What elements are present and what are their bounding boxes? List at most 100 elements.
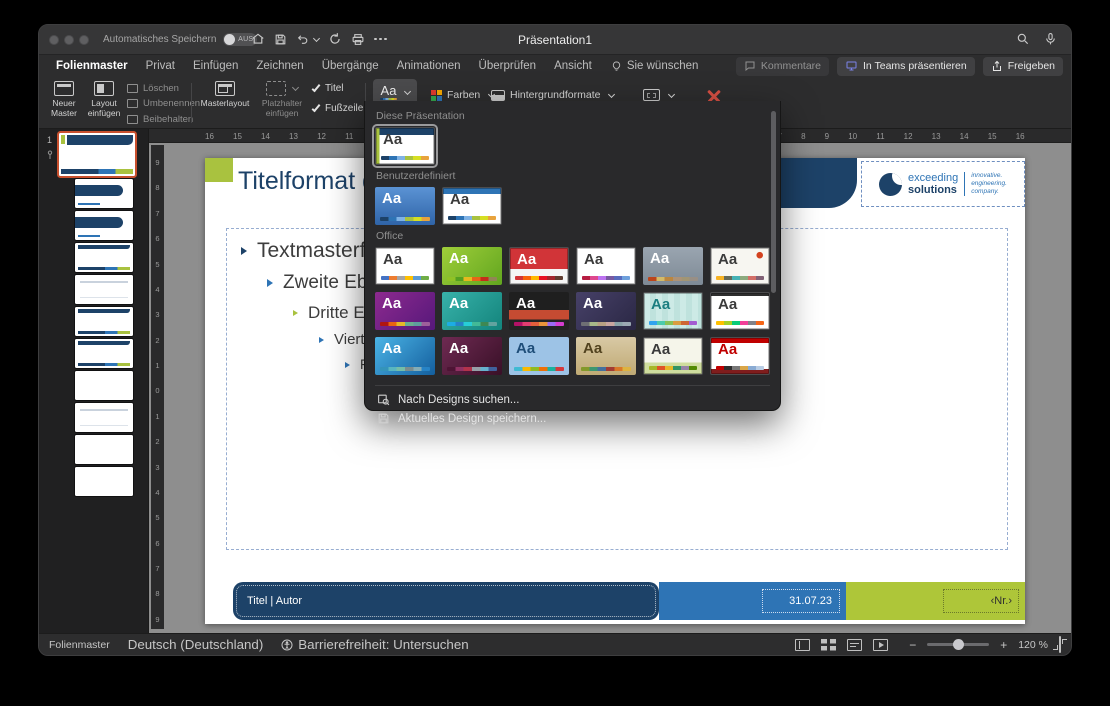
master-layout-button[interactable]: Masterlayout [197,81,253,109]
office-theme-thumbnail[interactable]: Aa [576,292,636,330]
save-current-theme-menu-item[interactable]: Aktuelles Design speichern... [375,411,770,426]
office-theme-thumbnail[interactable]: Aa [643,292,703,330]
theme-aa-label: Aa [583,295,602,312]
slide-thumbnail[interactable] [75,275,133,304]
office-theme-thumbnail[interactable]: Aa [509,337,569,375]
slide-sorter-button[interactable] [821,639,836,651]
preserve-button[interactable]: Beibehalten [127,113,200,125]
ribbon-tab[interactable]: Zeichnen [247,60,312,72]
slideshow-button[interactable] [873,639,888,651]
slide-thumbnail[interactable] [75,371,133,400]
theme-color-strip [380,217,430,221]
date-placeholder[interactable]: 31.07.23 [762,589,840,613]
delete-button[interactable]: Löschen [127,82,200,94]
office-theme-thumbnail[interactable]: Aa [576,337,636,375]
slide-thumbnail[interactable] [75,403,133,432]
slide-thumbnail[interactable] [75,179,133,208]
theme-aa-label: Aa [651,341,670,358]
slide-thumbnail[interactable] [75,467,133,496]
footer-checkbox[interactable]: Fußzeilen [313,103,369,114]
zoom-out-button[interactable]: − [909,639,916,651]
slide-thumbnail[interactable] [59,133,135,176]
accessibility-button[interactable]: Barrierefreiheit: Untersuchen [281,637,468,652]
minimize-window-button[interactable] [64,35,74,45]
dictate-button[interactable] [1044,32,1057,46]
background-styles-icon [491,90,505,101]
office-theme-thumbnail[interactable]: Aa [576,247,636,285]
share-button[interactable]: Freigeben [983,57,1063,76]
office-theme-thumbnail[interactable]: Aa [442,247,502,285]
undo-button[interactable] [296,33,319,46]
office-theme-thumbnail[interactable]: Aa [710,292,770,330]
zoom-slider-thumb[interactable] [953,639,964,650]
ribbon-tab[interactable]: Folienmaster [47,60,137,72]
search-button[interactable] [1016,32,1030,46]
ribbon-tab[interactable]: Überprüfen [470,60,546,72]
more-toolbar-commands-button[interactable] [374,32,387,46]
zoom-level-button[interactable]: 120 % [1018,639,1048,651]
dropdown-scrollbar[interactable] [770,109,776,360]
zoom-window-button[interactable] [79,35,89,45]
close-window-button[interactable] [49,35,59,45]
redo-button[interactable] [328,32,342,46]
slide-thumbnail[interactable] [75,211,133,240]
insert-placeholder-button[interactable]: Platzhalter einfügen [255,81,309,118]
zoom-slider[interactable] [927,643,989,646]
thumbnail-artwork [78,363,130,366]
office-theme-thumbnail[interactable]: Aa [375,337,435,375]
home-button[interactable] [251,32,265,46]
normal-view-button[interactable] [795,639,810,651]
fit-to-window-button[interactable] [1059,637,1061,652]
slide-number-placeholder[interactable]: ‹Nr.› [943,589,1019,613]
logo-placeholder[interactable]: exceeding solutions innovative. engineer… [861,161,1025,207]
slide-thumbnail[interactable] [75,307,133,336]
slide-thumbnail[interactable] [75,435,133,464]
browse-themes-menu-item[interactable]: Nach Designs suchen... [375,392,770,407]
title-checkbox[interactable]: Titel [313,83,369,94]
save-button[interactable] [274,33,287,46]
language-button[interactable]: Deutsch (Deutschland) [128,637,264,652]
ribbon-tab[interactable]: Privat [137,60,184,72]
print-button[interactable] [351,33,365,46]
rename-button[interactable]: Umbenennen [127,98,200,110]
theme-aa-label: Aa [650,250,669,267]
colors-label: Farben [447,89,480,101]
footer-placeholder[interactable]: Titel | Autor [233,582,659,620]
scrollbar-thumb[interactable] [771,111,776,293]
office-theme-thumbnail[interactable]: Aa [710,247,770,285]
office-theme-thumbnail[interactable]: Aa [509,292,569,330]
office-theme-thumbnail[interactable]: Aa [442,337,502,375]
slide-thumbnail[interactable] [75,243,133,272]
preserve-icon [127,115,138,124]
ribbon-tab[interactable]: Ansicht [545,60,601,72]
new-master-button[interactable]: Neuer Master [45,81,83,118]
ribbon-tab[interactable]: Animationen [388,60,470,72]
reading-view-button[interactable] [847,639,862,651]
office-theme-thumbnail[interactable]: Aa [442,292,502,330]
insert-layout-button[interactable]: Layout einfügen [85,81,123,118]
present-in-teams-button[interactable]: In Teams präsentieren [837,57,975,76]
ribbon-tab[interactable]: Einfügen [184,60,247,72]
tell-me-tab[interactable]: Sie wünschen [611,60,699,73]
thumbnail-artwork [78,235,100,237]
desktop-background: Automatisches Speichern AUS [0,0,1110,706]
preserve-label: Beibehalten [143,114,193,125]
tab-label: Einfügen [193,60,238,72]
current-theme-thumbnail[interactable]: Aa [375,127,435,165]
zoom-in-button[interactable]: + [1000,639,1007,651]
ruler-number: 0 [155,386,159,395]
ruler-number: 6 [155,539,159,548]
office-theme-thumbnail[interactable]: Aa [509,247,569,285]
office-theme-thumbnail[interactable]: Aa [643,247,703,285]
slide-thumbnail[interactable] [75,339,133,368]
theme-aa-label: Aa [383,251,402,268]
ribbon-tab[interactable]: Übergänge [313,60,388,72]
office-theme-thumbnail[interactable]: Aa [643,337,703,375]
office-theme-thumbnail[interactable]: Aa [375,247,435,285]
comments-button[interactable]: Kommentare [736,57,829,76]
custom-theme-thumbnail[interactable]: Aa [375,187,435,225]
office-theme-thumbnail[interactable]: Aa [710,337,770,375]
custom-theme-thumbnail[interactable]: Aa [442,187,502,225]
thumbnail-artwork [67,135,133,145]
office-theme-thumbnail[interactable]: Aa [375,292,435,330]
